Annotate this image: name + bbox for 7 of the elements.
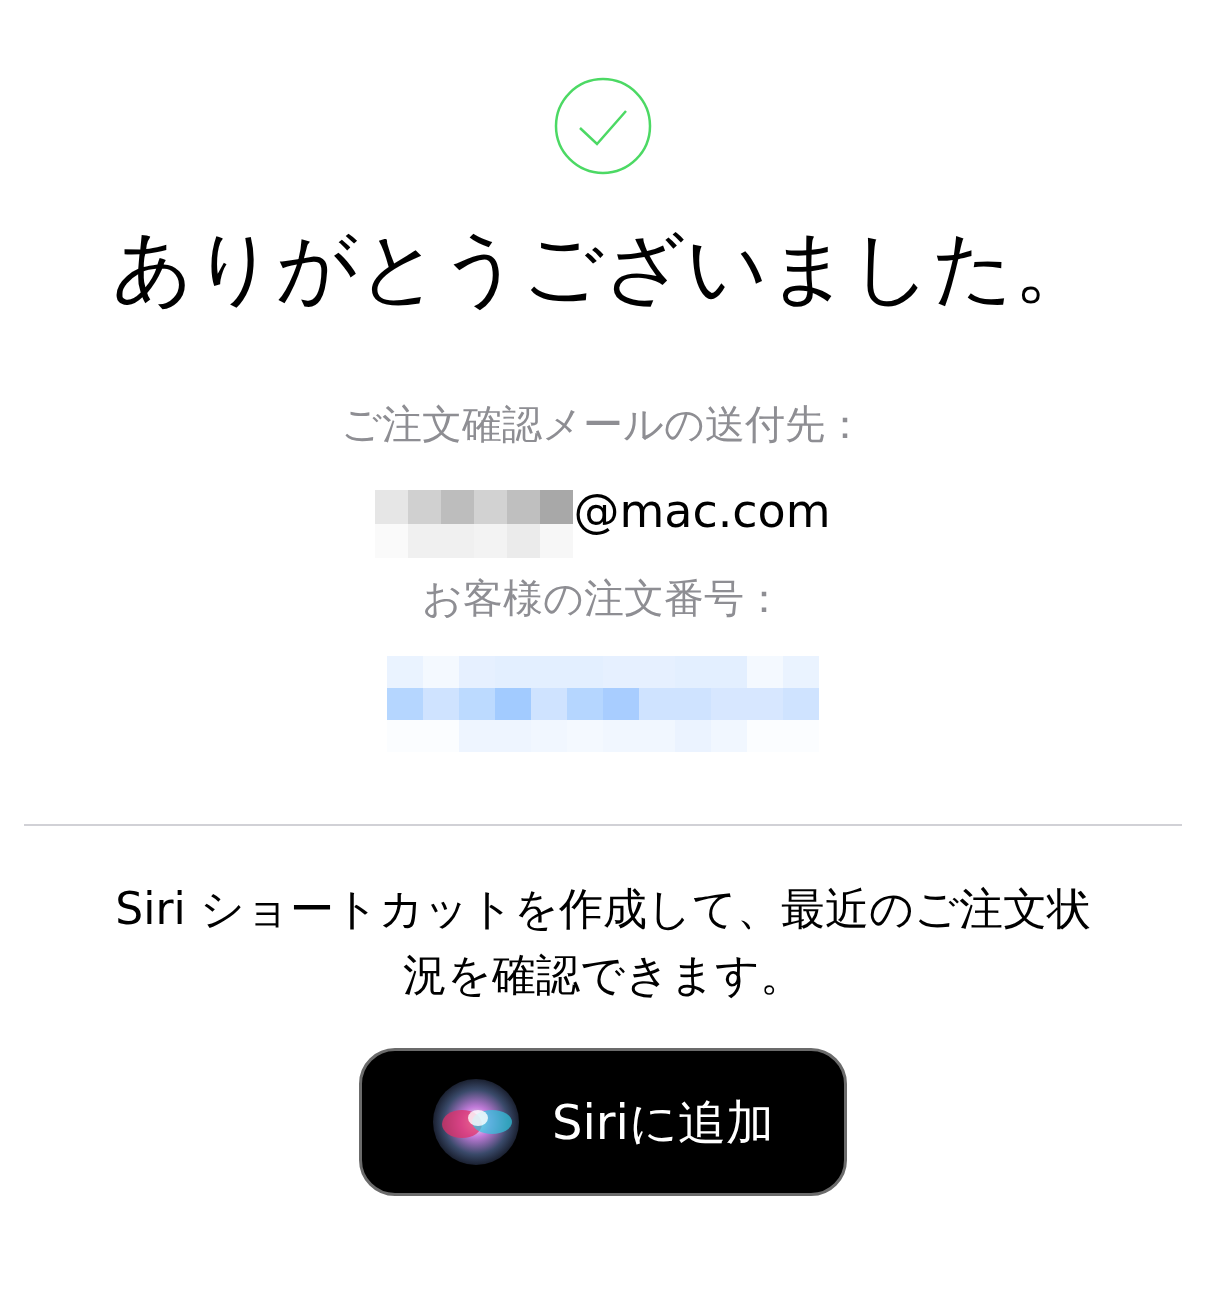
siri-orb-icon (432, 1078, 521, 1166)
email-label: ご注文確認メールの送付先： (341, 404, 865, 444)
order-number-label: お客様の注文番号： (422, 578, 784, 618)
email-address: @mac.com (573, 488, 831, 534)
add-to-siri-button[interactable]: Siriに追加 (359, 1048, 847, 1196)
siri-description: Siri ショートカットを作成して、最近のご注文状況を確認できます。 (114, 882, 1092, 1002)
thank-you-heading: ありがとうございました。 (112, 228, 1094, 308)
